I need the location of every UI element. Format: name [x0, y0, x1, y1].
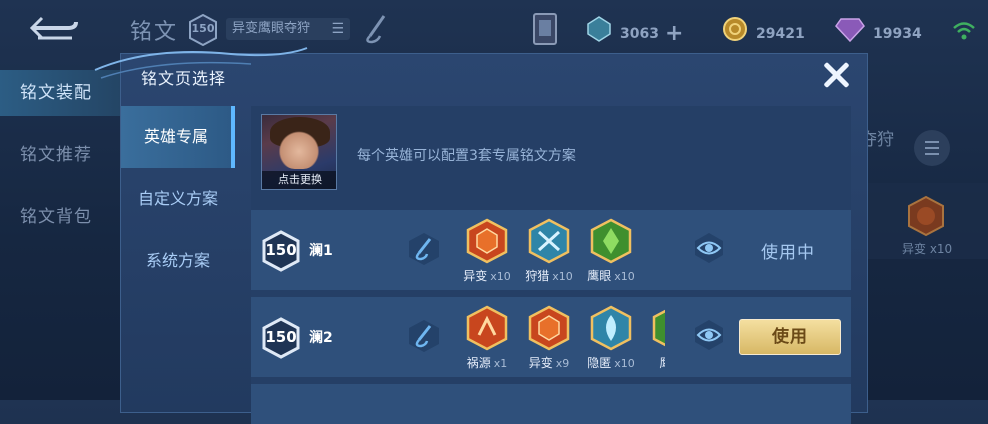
diamond-value: 19934 [873, 26, 922, 42]
diamond-counter: 19934 [835, 16, 922, 44]
rune-name: 隐匿 [587, 356, 612, 370]
rune-name: 狩猎 [525, 269, 550, 283]
rune-page-dropdown[interactable]: 异变鹰眼夺狩 ☰ [226, 18, 350, 40]
background-rune-icon [905, 195, 947, 241]
rune-slot: 异变 x9 [519, 305, 579, 371]
tab-hero-exclusive[interactable]: 英雄专属 [121, 106, 235, 168]
wifi-icon [952, 20, 976, 42]
hero-portrait[interactable]: 点击更换 [261, 114, 337, 190]
brush-icon[interactable] [362, 14, 390, 48]
rune-slot: 隐匿 x10 [581, 305, 641, 371]
red-rune-icon [528, 305, 570, 351]
rune-page-row-partial[interactable] [251, 384, 851, 424]
rune-count: x9 [555, 357, 570, 370]
modal-header: 铭文页选择 [94, 47, 869, 98]
blue-rune-icon [528, 218, 570, 264]
preview-eye-icon[interactable] [693, 319, 725, 351]
crystal-icon [586, 16, 612, 52]
rune-slot: 祸源 x1 [457, 305, 517, 371]
rune-strip: 祸源x1 异变x9 隐匿x10 鹰眼 [453, 297, 665, 377]
modal-content: 点击更换 每个英雄可以配置3套专属铭文方案 150 澜1 异变 x10 狩猎 x10 [251, 106, 851, 424]
preview-eye-icon[interactable] [693, 232, 725, 264]
rune-name: 异变 [528, 356, 553, 370]
hero-face [278, 125, 320, 169]
tab-system-plan[interactable]: 系统方案 [121, 230, 235, 292]
change-hero-caption[interactable]: 点击更换 [262, 171, 336, 189]
tab-custom-plan[interactable]: 自定义方案 [121, 168, 235, 230]
crystal-value: 3063 [620, 26, 659, 42]
rune-slot: 鹰眼 [643, 305, 665, 371]
background-menu-icon[interactable] [914, 130, 950, 166]
gold-coin-icon [722, 16, 748, 52]
rune-slot: 异变 x10 [457, 218, 517, 284]
red-rune-icon [466, 218, 508, 264]
rune-name: 异变 [463, 269, 488, 283]
side-nav-rune-recommend[interactable]: 铭文推荐 [0, 132, 120, 178]
edit-brush-icon[interactable] [407, 319, 441, 357]
rune-count: x1 [493, 357, 508, 370]
rune-count: x10 [552, 270, 573, 283]
rune-slot: 鹰眼 x10 [581, 218, 641, 284]
side-nav-rune-bag[interactable]: 铭文背包 [0, 194, 120, 240]
use-button[interactable]: 使用 [739, 319, 841, 355]
rune-name: 鹰眼 [587, 269, 612, 283]
rune-page-name: 澜1 [309, 243, 333, 259]
rune-page-name: 澜2 [309, 330, 333, 346]
hint-text: 每个英雄可以配置3套专属铭文方案 [357, 148, 576, 164]
red-rune-icon [466, 305, 508, 351]
rune-page-row[interactable]: 150 澜2 祸源 x1 异变 x9 隐匿 x10 使用 [251, 297, 851, 377]
in-use-status: 使用中 [761, 243, 815, 263]
gold-value: 29421 [756, 26, 805, 42]
edit-brush-icon[interactable] [407, 232, 441, 270]
add-crystal-icon[interactable]: + [665, 21, 683, 46]
rune-page-row[interactable]: 150 澜1 异变 x10 狩猎 x10 鹰眼 x10 使用中 [251, 210, 851, 290]
close-icon[interactable] [821, 60, 851, 90]
modal-title: 铭文页选择 [141, 69, 227, 88]
list-icon: ☰ [331, 21, 344, 37]
level-badge: 150 [261, 230, 301, 272]
level-badge: 150 [261, 317, 301, 359]
crystal-counter: 3063 + [586, 16, 683, 46]
rune-page-name: 异变鹰眼夺狩 [232, 21, 311, 36]
rune-page-select-modal: 铭文页选择 英雄专属 自定义方案 系统方案 点击更换 每个英雄可以配置3套专属铭… [94, 47, 869, 424]
blue-rune-icon [590, 305, 632, 351]
back-icon[interactable] [28, 14, 80, 48]
rune-count: x10 [614, 270, 635, 283]
rune-card-icon[interactable] [532, 12, 558, 50]
diamond-icon [835, 16, 865, 52]
green-rune-icon [652, 309, 665, 347]
rune-count: x10 [490, 270, 511, 283]
rune-slot: 狩猎 x10 [519, 218, 579, 284]
rune-name: 鹰眼 [659, 356, 665, 370]
rune-name: 祸源 [466, 356, 491, 370]
rune-count: x10 [614, 357, 635, 370]
gold-counter: 29421 [722, 16, 805, 44]
green-rune-icon [590, 218, 632, 264]
background-rune-label: 异变 x10 [902, 242, 953, 256]
